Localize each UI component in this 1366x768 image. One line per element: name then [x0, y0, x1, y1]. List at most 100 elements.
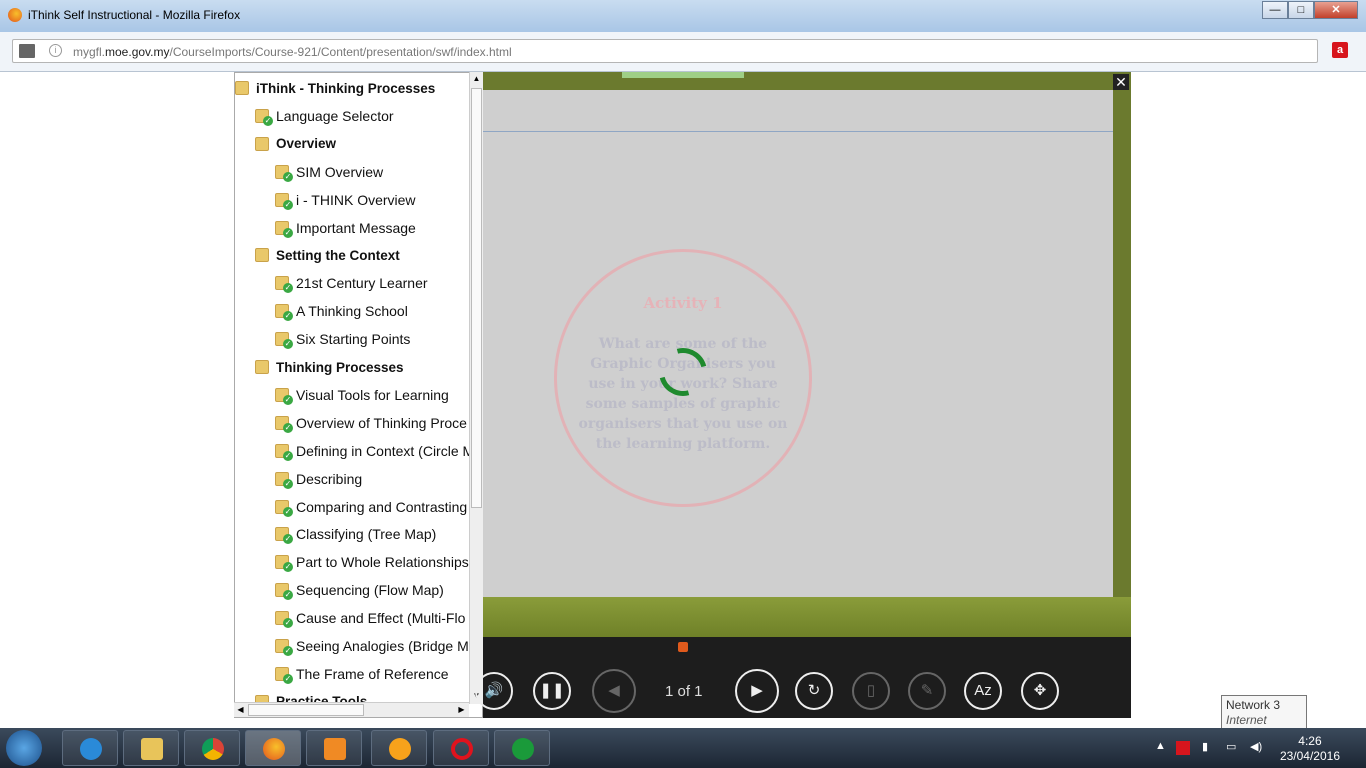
taskbar-chrome[interactable]	[184, 730, 240, 766]
tree-item[interactable]: Describing	[275, 469, 362, 489]
taskbar-opera[interactable]	[433, 730, 489, 766]
firefox-icon	[8, 8, 22, 22]
taskbar-ie[interactable]	[62, 730, 118, 766]
completed-folder-icon	[275, 387, 293, 405]
address-bar[interactable]: i mygfl.moe.gov.my/CourseImports/Course-…	[12, 39, 1318, 63]
taskbar: ▲ ▮ ▭ ◀) 4:26 23/04/2016	[0, 728, 1366, 768]
clock-date: 23/04/2016	[1279, 749, 1340, 763]
fullscreen-button[interactable]: ✥	[1021, 672, 1059, 710]
scroll-right-arrow[interactable]: ▶	[455, 703, 468, 717]
tree-item-label: Defining in Context (Circle M	[296, 442, 475, 459]
title-bar: iThink Self Instructional - Mozilla Fire…	[0, 0, 1366, 32]
tree-item-label: Language Selector	[276, 107, 394, 124]
page-counter: 1 of 1	[665, 683, 703, 700]
tree-item[interactable]: SIM Overview	[275, 162, 383, 182]
tree-item[interactable]: Thinking Processes	[255, 357, 404, 377]
scroll-thumb[interactable]	[471, 88, 482, 508]
completed-folder-icon	[275, 415, 293, 433]
tree-item[interactable]: Seeing Analogies (Bridge M	[275, 636, 469, 656]
avira-tray-icon[interactable]	[1176, 741, 1190, 755]
nav-bar: i mygfl.moe.gov.my/CourseImports/Course-…	[0, 32, 1366, 72]
replay-button[interactable]: ↻	[795, 672, 833, 710]
taskbar-network-app[interactable]	[494, 730, 550, 766]
vertical-scrollbar[interactable]: ▲ ▼	[469, 72, 483, 704]
start-button[interactable]	[6, 730, 42, 766]
scroll-thumb-h[interactable]	[248, 704, 364, 716]
tree-item[interactable]: Overview of Thinking Proce	[275, 413, 467, 433]
tree-item-label: SIM Overview	[296, 163, 384, 180]
notes-button[interactable]: ▯	[852, 672, 890, 710]
slide: Activity 1 What are some of the Graphic …	[483, 90, 1113, 597]
tree-item[interactable]: Cause and Effect (Multi-Flo	[275, 608, 465, 629]
activity-heading: Activity 1	[643, 294, 723, 312]
tree-item[interactable]: Classifying (Tree Map)	[275, 524, 436, 545]
completed-folder-icon	[275, 220, 293, 238]
tree-item[interactable]: i - THINK Overview	[275, 190, 416, 210]
close-button[interactable]: ✕	[1314, 1, 1358, 19]
tree-item[interactable]: Important Message	[275, 218, 416, 238]
url-prefix: mygfl.	[73, 45, 106, 59]
tree-item-label: i - THINK Overview	[296, 191, 416, 208]
glossary-button[interactable]: Az	[964, 672, 1002, 710]
player-close-button[interactable]: ✕	[1113, 74, 1129, 90]
scroll-left-arrow[interactable]: ◀	[234, 703, 247, 717]
slide-footer	[483, 597, 1131, 637]
taskbar-app-orange[interactable]	[371, 730, 427, 766]
tree-item[interactable]: 21st Century Learner	[275, 273, 428, 294]
minimize-button[interactable]: —	[1262, 1, 1288, 19]
resources-button[interactable]: ✎	[908, 672, 946, 710]
tree-item[interactable]: Defining in Context (Circle M	[275, 441, 474, 461]
tree-item-label: Important Message	[296, 219, 416, 236]
player-controls: 1 of 1 🔊 ❚❚ ◀ ▶ ↻ ▯ ✎ Az ✥	[475, 637, 1131, 718]
tree-item[interactable]: Sequencing (Flow Map)	[275, 580, 444, 601]
previous-button[interactable]: ◀	[592, 669, 636, 713]
progress-marker[interactable]	[678, 642, 688, 652]
tree-item-label: Setting the Context	[276, 247, 400, 263]
avira-icon[interactable]: a	[1332, 42, 1348, 58]
tree-item-label: iThink - Thinking Processes	[256, 80, 436, 96]
tree-item-label: Describing	[296, 470, 363, 487]
network-icon[interactable]: ▭	[1226, 740, 1236, 753]
tree-item[interactable]: The Frame of Reference	[275, 664, 449, 684]
tree-item[interactable]: A Thinking School	[275, 301, 408, 322]
tree-item[interactable]: Six Starting Points	[275, 329, 411, 350]
tree-item[interactable]: Visual Tools for Learning	[275, 385, 449, 405]
taskbar-media-player[interactable]	[306, 730, 362, 766]
tree-item-label: Part to Whole Relationships	[296, 554, 469, 571]
tree-item-label: Six Starting Points	[296, 331, 411, 348]
completed-folder-icon	[275, 304, 293, 322]
next-button[interactable]: ▶	[735, 669, 779, 713]
tree-item-label: A Thinking School	[296, 303, 408, 320]
tree-item-label: Visual Tools for Learning	[296, 386, 449, 403]
tree-item[interactable]: Overview	[255, 134, 336, 154]
taskbar-explorer[interactable]	[123, 730, 179, 766]
horizontal-scrollbar[interactable]: ◀ ▶	[234, 702, 469, 717]
folder-icon	[235, 81, 249, 95]
tree-item[interactable]: Part to Whole Relationships	[275, 552, 469, 573]
tree-item[interactable]: Setting the Context	[255, 245, 400, 265]
tree-item[interactable]: Comparing and Contrasting	[275, 497, 467, 517]
taskbar-firefox[interactable]	[245, 730, 301, 766]
maximize-button[interactable]: □	[1288, 1, 1314, 19]
folder-icon	[255, 360, 269, 374]
completed-folder-icon	[275, 443, 293, 461]
tree-item-label: Overview	[276, 136, 337, 152]
info-icon[interactable]: i	[49, 44, 62, 57]
tree-item[interactable]: iThink - Thinking Processes	[235, 78, 435, 98]
folder-icon	[255, 136, 269, 151]
volume-button[interactable]: 🔊	[475, 672, 513, 710]
completed-folder-icon	[275, 583, 293, 601]
scroll-up-arrow[interactable]: ▲	[470, 72, 483, 86]
window-title: iThink Self Instructional - Mozilla Fire…	[28, 8, 241, 22]
tree-item[interactable]: Language Selector	[255, 106, 394, 126]
power-icon[interactable]: ▮	[1202, 740, 1208, 753]
volume-icon[interactable]: ◀)	[1250, 740, 1262, 753]
completed-folder-icon	[275, 192, 293, 210]
clock[interactable]: 4:26 23/04/2016	[1280, 734, 1340, 764]
folder-icon	[255, 248, 269, 263]
divider	[483, 131, 1113, 132]
pause-button[interactable]: ❚❚	[533, 672, 571, 710]
show-hidden-icons[interactable]: ▲	[1155, 740, 1166, 752]
completed-folder-icon	[275, 527, 293, 545]
completed-folder-icon	[275, 276, 293, 294]
